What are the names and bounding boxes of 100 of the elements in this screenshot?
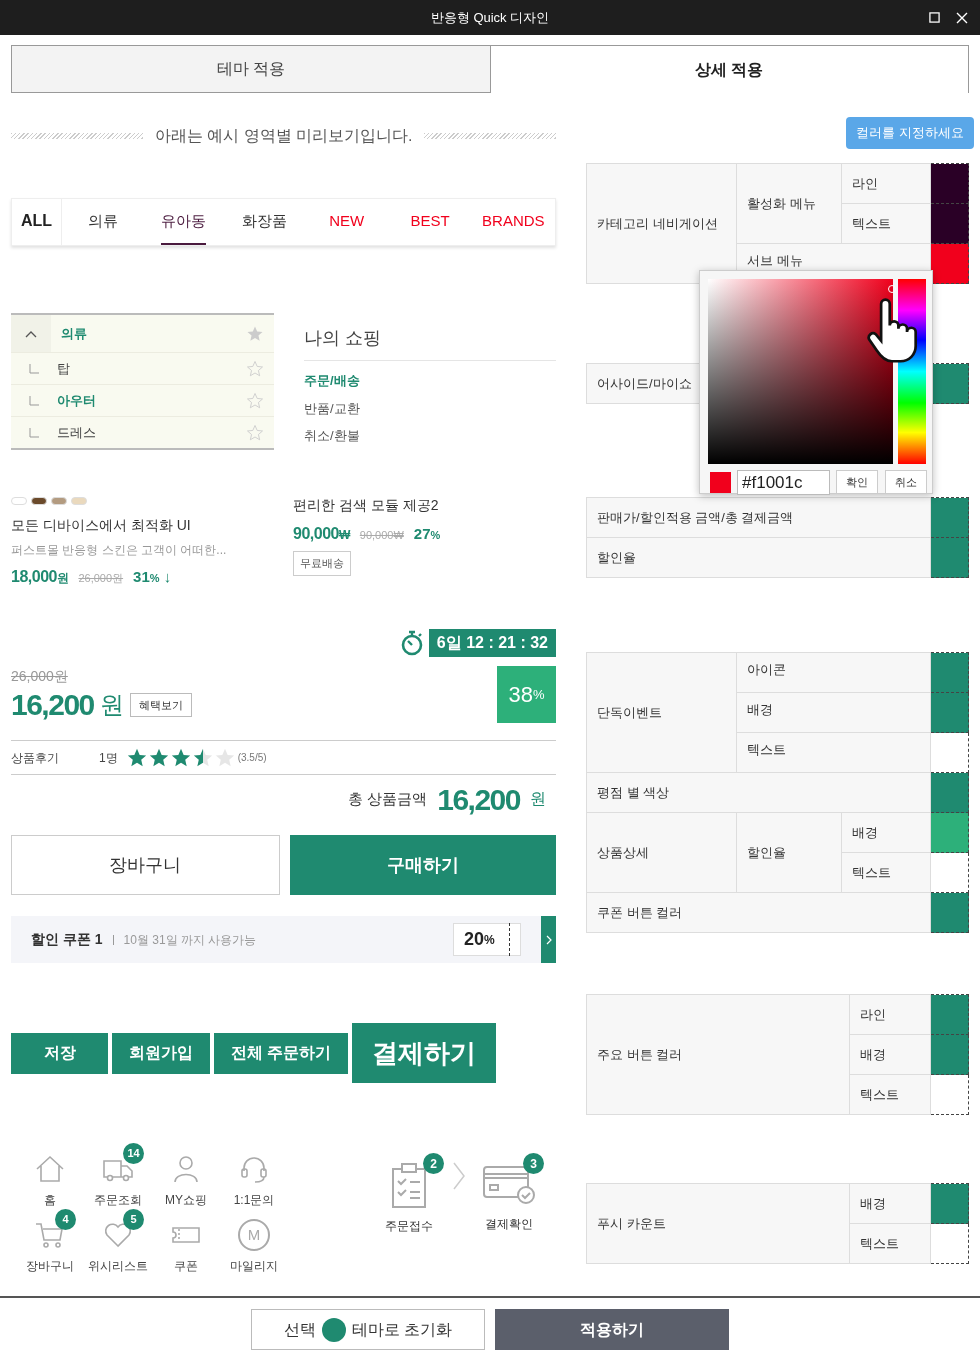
shortcut-link[interactable]: MY쇼핑 bbox=[165, 1191, 207, 1209]
setting-label: 라인 bbox=[841, 163, 931, 204]
tree-branch-icon bbox=[29, 395, 39, 406]
coupon-title: 할인 쿠폰 1 bbox=[31, 930, 103, 949]
apply-button[interactable]: 적용하기 bbox=[495, 1309, 729, 1350]
tooltip: 컬러를 지정하세요 bbox=[846, 117, 974, 149]
confirm-button[interactable]: 확인 bbox=[836, 470, 878, 494]
shortcut-link[interactable]: 장바구니 bbox=[26, 1257, 74, 1275]
theme-color-dot bbox=[321, 1317, 346, 1342]
cancel-button[interactable]: 취소 bbox=[885, 470, 927, 494]
color-swatch[interactable] bbox=[930, 537, 969, 578]
submenu-item[interactable]: 아우터 bbox=[57, 390, 246, 411]
action-button[interactable]: 회원가입 bbox=[112, 1032, 210, 1074]
window-title: 반응형 Quick 디자인 bbox=[429, 8, 551, 27]
color-chip[interactable] bbox=[11, 497, 27, 505]
step-label: 주문접수 bbox=[385, 1218, 433, 1235]
shortcut-link[interactable]: 마일리지 bbox=[230, 1257, 278, 1275]
currency-unit: 원 bbox=[99, 690, 124, 720]
color-swatch[interactable] bbox=[930, 203, 969, 244]
product-title[interactable]: 모든 디바이스에서 최적화 UI bbox=[11, 515, 293, 536]
action-button[interactable]: 저장 bbox=[11, 1032, 108, 1074]
submenu-item[interactable]: 드레스 bbox=[57, 422, 246, 443]
setting-label: 배경 bbox=[849, 1183, 931, 1224]
product-description: 퍼스트몰 반응형 스킨은 고객이 어떠한... bbox=[11, 542, 228, 559]
my-shopping-link[interactable]: 취소/환불 bbox=[304, 426, 556, 446]
reset-theme-button[interactable]: 선택 테마로 초기화 bbox=[251, 1309, 485, 1350]
color-swatch[interactable] bbox=[930, 692, 969, 733]
category-menu-item[interactable]: BRANDS bbox=[482, 199, 545, 245]
color-swatch[interactable] bbox=[930, 892, 969, 933]
submenu-item[interactable]: 탑 bbox=[57, 358, 246, 379]
setting-label: 배경 bbox=[841, 812, 931, 853]
tree-branch-icon bbox=[29, 363, 39, 374]
color-swatch[interactable] bbox=[930, 852, 969, 893]
discount-rate: 38% bbox=[497, 666, 556, 723]
benefit-button[interactable]: 혜택보기 bbox=[129, 692, 192, 718]
count-badge: 3 bbox=[523, 1153, 544, 1174]
menu-item[interactable]: 의류 bbox=[51, 323, 246, 344]
total-label: 총 상품금액 bbox=[348, 788, 428, 809]
rating-score: (3.5/5) bbox=[237, 751, 267, 765]
cart-button[interactable]: 장바구니 bbox=[11, 835, 280, 895]
count-badge: 14 bbox=[123, 1143, 144, 1164]
chevron-up-icon bbox=[25, 329, 37, 338]
color-swatch[interactable] bbox=[930, 1034, 969, 1075]
chevron-right-icon bbox=[452, 1161, 466, 1191]
color-swatch[interactable] bbox=[930, 163, 969, 204]
tab[interactable]: 테마 적용 bbox=[11, 45, 491, 93]
color-swatch[interactable] bbox=[930, 994, 969, 1035]
color-swatch[interactable] bbox=[930, 772, 969, 813]
review-label: 상품후기 bbox=[11, 749, 60, 767]
shortcut-link[interactable]: 1:1문의 bbox=[233, 1191, 275, 1209]
shortcut-link[interactable]: 위시리스트 bbox=[88, 1257, 148, 1275]
shortcut-link[interactable]: 주문조회 bbox=[94, 1191, 142, 1209]
sale-price: 90,000₩ bbox=[293, 524, 350, 544]
buy-button[interactable]: 구매하기 bbox=[289, 835, 556, 895]
star-icon[interactable] bbox=[246, 359, 264, 378]
close-icon[interactable] bbox=[956, 11, 968, 24]
color-chip[interactable] bbox=[51, 497, 67, 505]
color-swatch[interactable] bbox=[930, 812, 969, 853]
section-heading: 아래는 예시 영역별 미리보기입니다. bbox=[154, 126, 413, 146]
product-title[interactable]: 편리한 검색 모듈 제공2 bbox=[293, 495, 556, 516]
tab[interactable]: 상세 적용 bbox=[490, 45, 969, 93]
setting-label: 단독이벤트 bbox=[586, 652, 737, 773]
color-swatch[interactable] bbox=[930, 1074, 969, 1115]
category-menu-item[interactable]: 의류 bbox=[87, 199, 118, 245]
discount-rate: 31% ↓ bbox=[133, 567, 172, 587]
star-icon[interactable] bbox=[246, 391, 264, 410]
category-menu-item[interactable]: ALL bbox=[20, 199, 53, 245]
color-swatch[interactable] bbox=[930, 732, 969, 773]
color-chip[interactable] bbox=[71, 497, 87, 505]
coupon-ticket: 20% bbox=[453, 923, 521, 956]
count-badge: 2 bbox=[423, 1153, 444, 1174]
setting-label: 쿠폰 버튼 컬러 bbox=[586, 892, 931, 933]
action-button[interactable]: 전체 주문하기 bbox=[214, 1032, 349, 1074]
coupon-note: 10월 31일 까지 사용가능 bbox=[123, 931, 258, 949]
color-swatch[interactable] bbox=[930, 497, 969, 538]
shortcut-link[interactable]: 홈 bbox=[44, 1191, 56, 1209]
star-icon[interactable] bbox=[246, 423, 264, 442]
color-chip[interactable] bbox=[31, 497, 47, 505]
category-menu-item[interactable]: 화장품 bbox=[242, 199, 287, 245]
my-shopping-link[interactable]: 반품/교환 bbox=[304, 398, 556, 418]
my-shopping-link[interactable]: 주문/배송 bbox=[304, 371, 556, 391]
setting-label: 할인율 bbox=[586, 537, 931, 578]
setting-label: 푸시 카운트 bbox=[586, 1183, 850, 1264]
shortcut-link[interactable]: 쿠폰 bbox=[174, 1257, 198, 1275]
category-menu-item[interactable]: BEST bbox=[410, 199, 450, 245]
color-swatch[interactable] bbox=[930, 1183, 969, 1224]
setting-label: 배경 bbox=[736, 692, 931, 733]
setting-label: 판매가/할인적용 금액/총 결제금액 bbox=[586, 497, 931, 538]
action-button[interactable]: 결제하기 bbox=[352, 1023, 497, 1083]
color-swatch[interactable] bbox=[930, 652, 969, 693]
currency-unit: 원 bbox=[530, 789, 546, 809]
sale-price: 16,200 bbox=[11, 687, 94, 723]
color-field[interactable] bbox=[708, 279, 893, 464]
category-menu-item[interactable]: NEW bbox=[329, 199, 365, 245]
hex-input-field[interactable]: #f1001c bbox=[737, 470, 830, 495]
setting-label: 텍스트 bbox=[849, 1223, 931, 1264]
maximize-icon[interactable] bbox=[929, 12, 940, 23]
color-swatch[interactable] bbox=[930, 1223, 969, 1264]
category-menu-item[interactable]: 유아동 bbox=[161, 199, 206, 245]
setting-label: 할인율 bbox=[736, 812, 842, 893]
